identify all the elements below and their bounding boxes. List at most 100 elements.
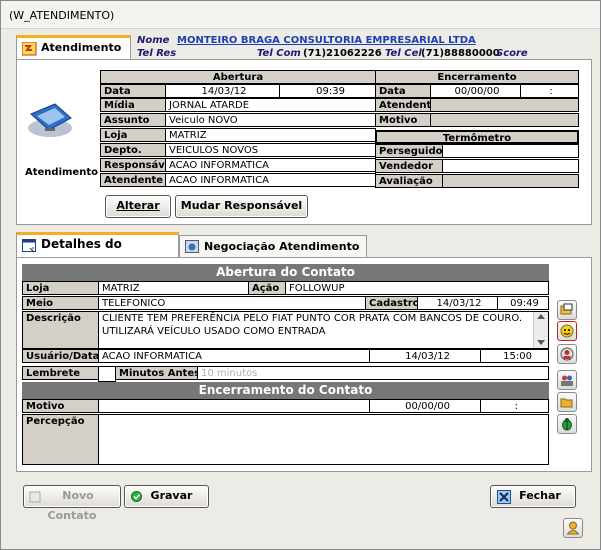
contato-motivo-date: 00/00/00 [369,399,481,413]
user-icon [566,521,580,535]
negociacao-tab-icon [185,240,199,253]
user-button[interactable] [563,518,583,538]
side-button-6[interactable] [557,414,577,434]
side-button-3[interactable] [557,344,577,364]
tab-atendimento[interactable]: Atendimento [16,35,131,59]
mudar-responsavel-button[interactable]: Mudar Responsável [175,195,308,218]
abertura-data-date: 14/03/12 [165,84,280,98]
side-button-2[interactable] [557,321,577,341]
enc-motivo-label: Motivo [375,113,431,127]
alterar-button[interactable]: Alterar [105,195,171,218]
folder-add-icon [560,303,573,315]
acao-value: FOLLOWUP [285,281,549,295]
enc-data-time: : [520,84,579,98]
contato-motivo-time: : [480,399,549,413]
encerramento-contato-header: Encerramento do Contato [22,382,549,400]
usuario-value: ACAO INFORMATICA [98,349,370,363]
gravar-label: Gravar [150,489,193,502]
tab-atendimento-label: Atendimento [41,41,122,54]
depto-value: VEICULOS NOVOS [165,143,376,157]
tab-detalhes[interactable]: Detalhes do Contato [16,232,179,270]
bug-icon [562,418,572,431]
usuario-label: Usuário/Data [22,349,99,363]
enc-motivo-value [430,113,579,127]
descricao-textarea[interactable]: CLIENTE TEM PREFERÊNCIA PELO FIAT PUNTO … [98,311,549,349]
vendedor-label: Vendedor [375,159,443,173]
atendimento-tab-icon [22,42,37,56]
side-button-4[interactable] [557,370,577,390]
percepcao-textarea[interactable] [98,414,549,465]
usuario-time: 15:00 [480,349,549,363]
scroll-down-icon[interactable] [537,340,545,345]
avaliacao-value [442,174,579,188]
lembrete-checkbox[interactable] [98,366,116,382]
abertura-data-time: 09:39 [279,84,376,98]
atendente-label: Atendente [100,173,166,187]
nome-link[interactable]: MONTEIRO BRAGA CONSULTORIA EMPRESARIAL L… [177,35,476,46]
loja-label: Loja [100,128,166,142]
abertura-header: Abertura [100,70,376,84]
side-button-1[interactable] [557,300,577,320]
responsavel-label: Responsável [100,158,166,172]
perseguidor-value [442,144,579,158]
alterar-label: Alterar [116,199,160,212]
contato-motivo-value[interactable] [98,399,370,413]
telcel-value: (71)88880000 [421,48,500,59]
contato-motivo-label: Motivo [22,399,99,413]
assunto-value: Veiculo NOVO [165,113,376,127]
minutos-field[interactable]: 10 minutos [197,366,549,380]
usuario-date: 14/03/12 [369,349,481,363]
scroll-up-icon[interactable] [537,314,545,319]
novo-contato-label: Novo Contato [47,489,97,522]
midia-label: Mídia [100,98,166,112]
cadastro-date: 14/03/12 [417,296,498,310]
midia-value: JORNAL ATARDE [165,98,376,112]
atendimento-device-icon [28,103,72,137]
gravar-button[interactable]: Gravar [124,485,209,508]
vendedor-value [442,159,579,173]
score-label: Score [496,48,528,59]
contato-loja-label: Loja [22,281,99,295]
nome-label: Nome [137,35,170,46]
side-button-5[interactable] [557,392,577,412]
window-title: (W_ATENDIMENTO) [9,9,115,22]
descricao-scrollbar[interactable] [533,312,548,348]
save-icon [131,491,142,502]
meio-label: Meio [22,296,99,310]
detalhes-tab-icon [22,239,36,253]
fechar-button[interactable]: Fechar [490,485,576,508]
depto-label: Depto. [100,143,166,157]
enc-data-label: Data [375,84,431,98]
telcel-label: Tel Cel [385,48,422,59]
percepcao-label: Percepção [22,414,99,465]
fechar-label: Fechar [519,489,561,502]
termometro-header: Termômetro [375,130,579,144]
perseguidor-label: Perseguidor [375,144,443,158]
encerramento-header: Encerramento [375,70,579,84]
abertura-contato-header: Abertura do Contato [22,264,549,282]
avaliacao-label: Avaliação [375,174,443,188]
acao-label: Ação [248,281,286,295]
loja-value: MATRIZ [165,128,376,142]
new-icon [29,491,41,503]
atendente-value: ACAO INFORMATICA [165,173,376,187]
close-icon [497,490,511,504]
tab-negociacao-label: Negociação Atendimento [204,240,360,253]
contact-icon [560,347,574,361]
tab-negociacao[interactable]: Negociação Atendimento [179,235,367,257]
smiley-icon [560,324,574,338]
enc-data-date: 00/00/00 [430,84,521,98]
lembrete-label: Lembrete [22,366,99,380]
window: (W_ATENDIMENTO) Atendimento Nome MONTEIR… [0,0,601,550]
folder-open-icon [560,398,573,408]
side-caption: Atendimento [25,167,98,178]
assunto-label: Assunto [100,113,166,127]
users-icon [561,375,573,386]
descricao-label: Descrição [22,311,99,349]
enc-atendente-label: Atendente [375,98,431,112]
novo-contato-button[interactable]: Novo Contato [23,485,121,522]
enc-atendente-value [430,98,579,112]
meio-value: TELEFONICO [98,296,366,310]
contato-loja-value: MATRIZ [98,281,249,295]
telcom-label: Tel Com [257,48,301,59]
